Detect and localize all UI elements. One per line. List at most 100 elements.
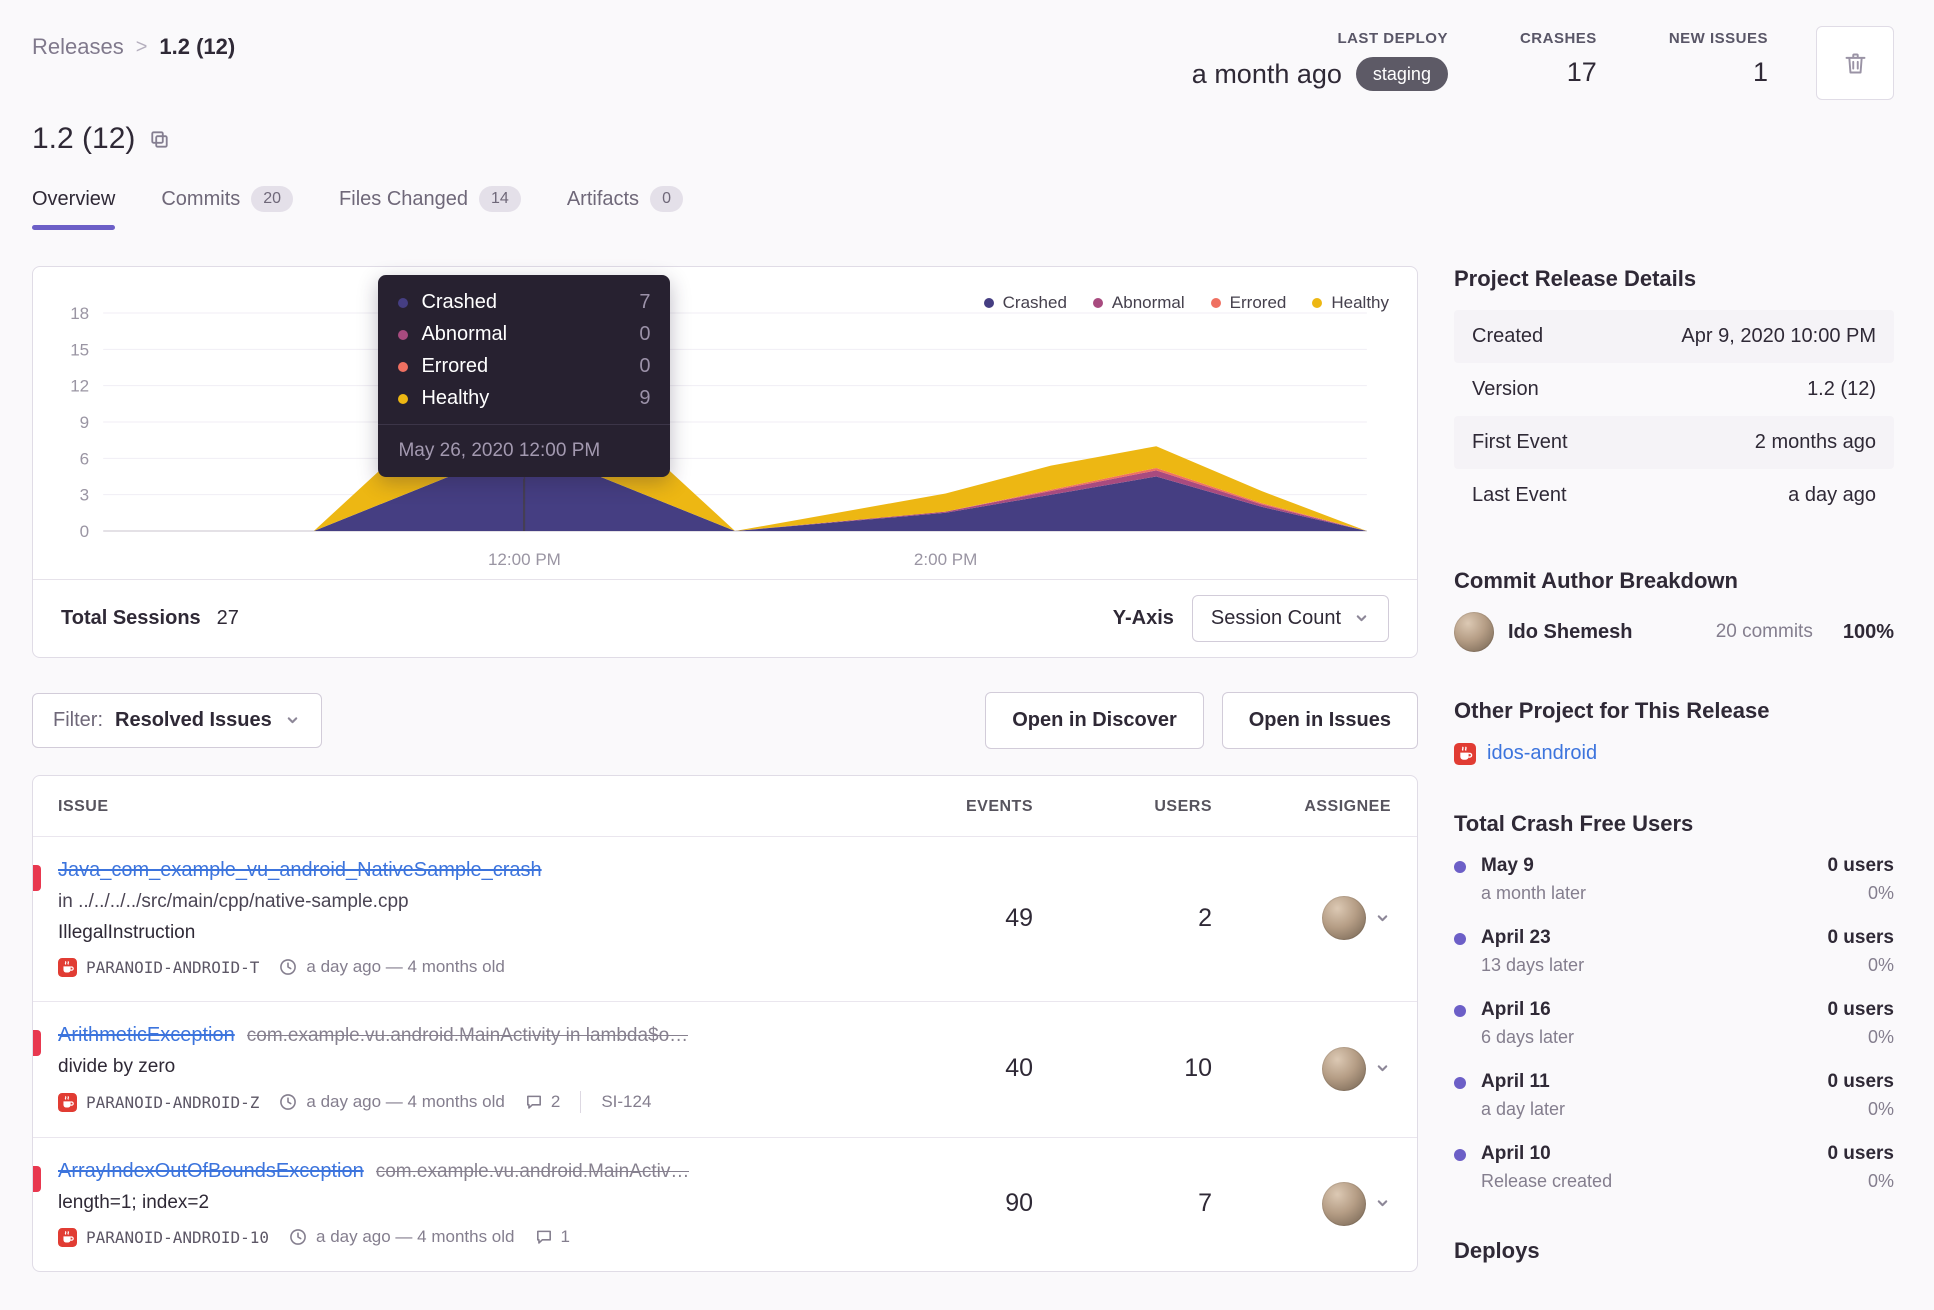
issue-title-link[interactable]: ArrayIndexOutOfBoundsException — [58, 1160, 364, 1183]
other-project-row: idos-android — [1454, 742, 1894, 765]
tooltip-row: Healthy 9 — [398, 387, 650, 410]
events-count: 49 — [1005, 903, 1033, 932]
open-in-issues-button[interactable]: Open in Issues — [1221, 692, 1418, 749]
breadcrumb-current: 1.2 (12) — [159, 34, 236, 59]
bullet-icon — [1454, 1077, 1466, 1089]
sessions-chart[interactable]: 0 3 6 9 12 15 18 12:00 PM 2:00 PM — [33, 279, 1417, 579]
project-badge[interactable]: PARANOID-ANDROID-Z — [58, 1092, 260, 1112]
crash-free-labels: May 9 a month later — [1481, 855, 1827, 904]
issue-meta: PARANOID-ANDROID-Z a day ago — 4 months … — [58, 1091, 830, 1113]
project-link[interactable]: idos-android — [1487, 742, 1597, 765]
crash-free-list: May 9 a month later 0 users 0% April 23 13 da… — [1454, 855, 1894, 1192]
total-sessions-value: 27 — [216, 607, 239, 629]
top-bar: Releases > 1.2 (12) LAST DEPLOY a month … — [32, 26, 1894, 100]
release-detail-row: First Event 2 months ago — [1454, 416, 1894, 469]
project-slug: PARANOID-ANDROID-Z — [86, 1092, 260, 1112]
crash-free-labels: April 16 6 days later — [1481, 999, 1827, 1048]
legend-label: Abnormal — [1111, 293, 1185, 312]
svg-text:12:00 PM: 12:00 PM — [488, 550, 561, 569]
tooltip-label: Crashed — [421, 291, 498, 313]
detail-label: Version — [1472, 378, 1539, 400]
comment-count-text: 1 — [560, 1227, 570, 1246]
author-name: Ido Shemesh — [1508, 620, 1633, 643]
open-in-discover-button[interactable]: Open in Discover — [985, 692, 1204, 749]
filter-value: Resolved Issues — [115, 709, 272, 731]
assignee-avatar — [1322, 1181, 1366, 1226]
svg-text:3: 3 — [80, 486, 89, 505]
breadcrumb-releases-link[interactable]: Releases — [32, 34, 124, 60]
tab-files-changed[interactable]: Files Changed 14 — [339, 186, 521, 230]
detail-value: a day ago — [1788, 484, 1876, 506]
chart-area: 0 3 6 9 12 15 18 12:00 PM 2:00 PM Crashed Abnorma… — [33, 267, 1417, 579]
clock-icon — [280, 959, 297, 975]
tab-commits[interactable]: Commits 20 — [161, 186, 294, 230]
comment-count-text: 2 — [550, 1092, 561, 1111]
delete-release-button[interactable] — [1816, 26, 1894, 100]
chevron-down-icon — [287, 717, 298, 724]
meta-divider — [580, 1091, 582, 1113]
legend-dot — [1312, 298, 1323, 308]
crash-free-date: May 9 — [1481, 855, 1534, 876]
crashes-value: 17 — [1566, 57, 1597, 87]
comment-count[interactable]: 1 — [535, 1227, 570, 1247]
crash-free-sublabel: 6 days later — [1481, 1027, 1575, 1047]
chevron-down-icon — [1377, 1200, 1388, 1207]
tab-overview[interactable]: Overview — [32, 186, 116, 230]
issue-meta: PARANOID-ANDROID-10 a day ago — 4 months… — [58, 1227, 830, 1247]
comment-icon — [526, 1095, 541, 1109]
column-assignee: ASSIGNEE — [1304, 798, 1391, 815]
assignee-control[interactable] — [1212, 1046, 1391, 1091]
breadcrumb-separator: > — [135, 35, 148, 58]
crash-free-labels: April 10 Release created — [1481, 1143, 1827, 1192]
chevron-down-icon — [1377, 1065, 1388, 1072]
header-stats: LAST DEPLOY a month ago staging CRASHES … — [1192, 26, 1894, 100]
comment-count[interactable]: 2 — [525, 1092, 560, 1112]
detail-label: Last Event — [1472, 484, 1567, 506]
issue-title-link[interactable]: Java_com_example_vu_android_NativeSample… — [58, 859, 542, 882]
crash-free-sublabel: a day later — [1481, 1099, 1566, 1119]
tab-artifacts[interactable]: Artifacts 0 — [567, 186, 683, 230]
breadcrumb: Releases > 1.2 (12) — [32, 26, 235, 60]
legend-item-crashed[interactable]: Crashed — [983, 293, 1067, 313]
new-issues-value: 1 — [1752, 57, 1768, 87]
crash-free-sublabel: Release created — [1481, 1171, 1613, 1191]
crash-free-values: 0 users 0% — [1827, 1143, 1894, 1192]
assignee-control[interactable] — [1212, 896, 1391, 940]
tooltip-date: May 26, 2020 12:00 PM — [378, 424, 671, 477]
crash-free-row: April 16 6 days later 0 users 0% — [1454, 999, 1894, 1048]
chart-tooltip: Crashed 7 Abnormal 0 Errored 0 Healthy 9 May 26… — [378, 275, 671, 477]
project-badge[interactable]: PARANOID-ANDROID-T — [58, 957, 259, 977]
svg-text:6: 6 — [80, 449, 89, 468]
release-page: Releases > 1.2 (12) LAST DEPLOY a month … — [0, 0, 1934, 1310]
java-platform-icon — [1454, 742, 1476, 765]
legend-item-healthy[interactable]: Healthy — [1312, 293, 1389, 313]
bullet-icon — [1454, 1005, 1466, 1017]
project-badge[interactable]: PARANOID-ANDROID-10 — [58, 1227, 269, 1247]
bullet-icon — [1454, 933, 1466, 945]
events-count: 40 — [1005, 1054, 1033, 1082]
title-row: 1.2 (12) — [32, 122, 1894, 156]
legend-dot — [983, 298, 994, 308]
trash-icon — [1845, 53, 1865, 73]
crash-free-percent: 0% — [1867, 955, 1894, 975]
tooltip-value: 0 — [639, 323, 651, 345]
filter-dropdown[interactable]: Filter: Resolved Issues — [32, 693, 322, 748]
copy-icon[interactable] — [149, 129, 170, 150]
stat-crashes: CRASHES 17 — [1520, 30, 1597, 91]
author-commit-count: 20 commits — [1715, 621, 1813, 642]
tab-bar: Overview Commits 20 Files Changed 14 Artifact… — [32, 186, 1894, 230]
legend-item-abnormal[interactable]: Abnormal — [1092, 293, 1185, 313]
issue-culprit: com.example.vu.android.MainActivity in l… — [246, 1025, 689, 1046]
java-platform-icon — [58, 1227, 77, 1247]
issue-location: in ../../../../src/main/cpp/native-sampl… — [58, 891, 409, 912]
issue-title-link[interactable]: ArithmeticException — [58, 1024, 235, 1047]
issue-annotation[interactable]: SI-124 — [601, 1092, 651, 1112]
bullet-icon — [1454, 1149, 1466, 1161]
yaxis-select[interactable]: Session Count — [1191, 595, 1389, 642]
crash-free-labels: April 11 a day later — [1481, 1071, 1827, 1120]
column-users: USERS — [1154, 798, 1212, 815]
crash-free-sublabel: 13 days later — [1481, 955, 1585, 975]
sessions-chart-panel: 0 3 6 9 12 15 18 12:00 PM 2:00 PM Crashed Abnorma… — [32, 266, 1418, 658]
assignee-control[interactable] — [1212, 1181, 1391, 1226]
legend-item-errored[interactable]: Errored — [1210, 293, 1286, 313]
